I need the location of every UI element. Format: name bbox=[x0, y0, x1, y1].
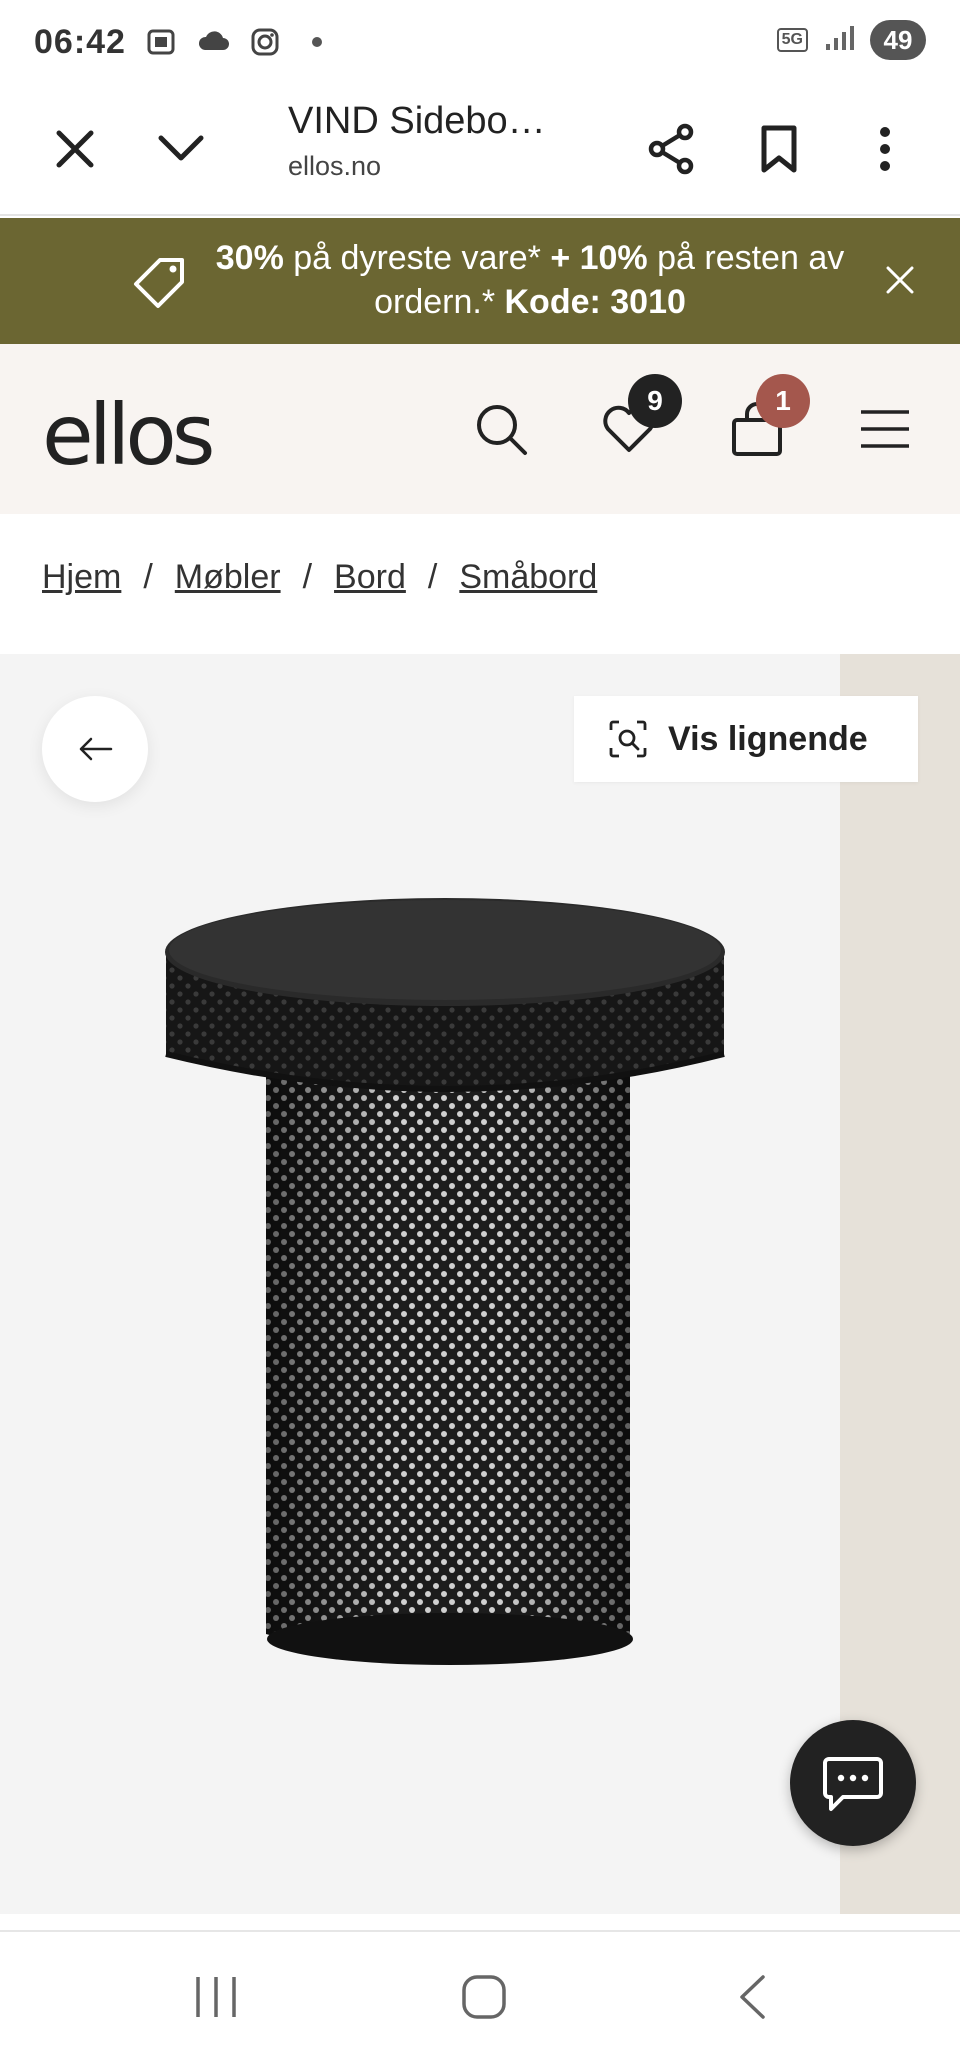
product-image-gallery[interactable]: Vis lignende bbox=[0, 654, 960, 1914]
chat-button[interactable] bbox=[790, 1720, 916, 1846]
recent-apps-icon bbox=[196, 1977, 236, 2017]
network-5g-icon: 5G bbox=[776, 28, 808, 52]
system-navigation-bar bbox=[0, 1932, 960, 2059]
tab-title-area: VIND Sidebo… ellos.no bbox=[288, 100, 578, 182]
battery-indicator: 49 bbox=[870, 20, 926, 60]
site-header: ellos 9 1 bbox=[0, 344, 960, 514]
hamburger-menu-icon bbox=[861, 410, 909, 448]
promo-text[interactable]: 30% på dyreste vare* + 10% på resten av … bbox=[200, 236, 860, 324]
signal-icon bbox=[824, 24, 854, 57]
find-similar-label: Vis lignende bbox=[668, 719, 868, 758]
more-vertical-icon bbox=[880, 127, 890, 171]
home-icon bbox=[462, 1975, 506, 2019]
back-button[interactable] bbox=[42, 696, 148, 802]
close-promo-button[interactable] bbox=[880, 260, 920, 300]
chat-bubble-icon bbox=[823, 1757, 883, 1811]
promo-text-1: på dyreste vare* bbox=[283, 239, 551, 277]
visual-search-icon bbox=[609, 720, 647, 758]
promo-discount-1: 30% bbox=[215, 239, 284, 277]
close-tab-button[interactable] bbox=[40, 114, 110, 184]
status-bar: 06:42 5G 49 bbox=[0, 0, 960, 84]
bookmark-icon bbox=[761, 125, 797, 173]
breadcrumb-link-tables[interactable]: Bord bbox=[334, 558, 406, 597]
minimize-tab-button[interactable] bbox=[146, 114, 216, 184]
wishlist-count-badge: 9 bbox=[628, 374, 682, 428]
search-button[interactable] bbox=[466, 394, 536, 464]
browser-toolbar: VIND Sidebo… ellos.no bbox=[0, 84, 960, 216]
menu-button[interactable] bbox=[850, 394, 920, 464]
breadcrumb-separator: / bbox=[427, 558, 438, 596]
close-icon bbox=[56, 130, 94, 168]
chevron-down-icon bbox=[158, 135, 204, 161]
share-icon bbox=[648, 123, 694, 175]
back-chevron-icon bbox=[740, 1975, 765, 2019]
breadcrumb-link-furniture[interactable]: Møbler bbox=[175, 558, 281, 597]
ellos-logo[interactable]: ellos bbox=[42, 386, 216, 484]
share-button[interactable] bbox=[636, 114, 706, 184]
breadcrumb-link-home[interactable]: Hjem bbox=[42, 558, 121, 597]
bookmark-button[interactable] bbox=[744, 114, 814, 184]
price-tag-icon bbox=[134, 258, 184, 308]
back-nav-button[interactable] bbox=[712, 1962, 792, 2032]
home-button[interactable] bbox=[444, 1962, 524, 2032]
page-title: VIND Sidebo… bbox=[288, 100, 546, 142]
more-options-button[interactable] bbox=[850, 114, 920, 184]
breadcrumb-separator: / bbox=[143, 558, 153, 596]
screenshot-icon bbox=[144, 25, 178, 59]
promo-banner: 30% på dyreste vare* + 10% på resten av … bbox=[0, 218, 960, 344]
breadcrumb: Hjem / Møbler / Bord / Småbord bbox=[42, 558, 597, 597]
promo-discount-2: + 10% bbox=[550, 239, 648, 277]
instagram-icon bbox=[248, 25, 282, 59]
notification-dot-icon bbox=[300, 25, 334, 59]
cart-count-badge: 1 bbox=[756, 374, 810, 428]
search-icon bbox=[477, 405, 527, 455]
find-similar-button[interactable]: Vis lignende bbox=[574, 696, 918, 782]
promo-code: Kode: 3010 bbox=[504, 283, 686, 321]
arrow-left-icon bbox=[79, 737, 113, 761]
cloud-icon bbox=[196, 25, 230, 59]
breadcrumb-separator: / bbox=[302, 558, 313, 596]
breadcrumb-link-side-tables[interactable]: Småbord bbox=[459, 558, 597, 597]
page-url: ellos.no bbox=[288, 151, 382, 181]
product-image-side-table bbox=[165, 898, 725, 1665]
status-time: 06:42 bbox=[34, 22, 126, 61]
recent-apps-button[interactable] bbox=[176, 1962, 256, 2032]
